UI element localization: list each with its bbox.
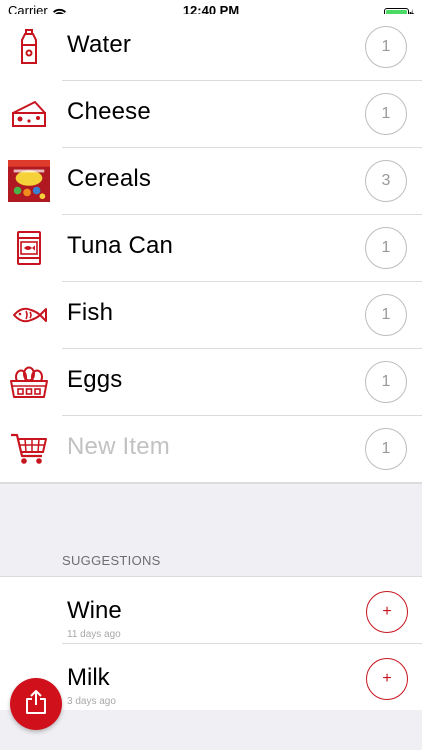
quantity-button[interactable]: 1	[365, 428, 407, 470]
quantity-button[interactable]: 1	[365, 26, 407, 68]
egg-carton-icon	[8, 361, 50, 403]
item-name[interactable]: Cheese	[67, 98, 151, 126]
item-name[interactable]: Tuna Can	[67, 232, 173, 260]
suggestion-item[interactable]: Milk 3 days ago +	[0, 644, 422, 711]
item-name[interactable]: Eggs	[67, 366, 123, 394]
suggestion-name: Milk	[67, 664, 110, 691]
list-item[interactable]: Tuna Can 1	[0, 215, 422, 282]
suggestion-last-bought: 11 days ago	[67, 629, 121, 640]
cheese-icon	[8, 93, 50, 135]
list-item[interactable]: Fish 1	[0, 282, 422, 349]
list-item[interactable]: Water 1	[0, 14, 422, 81]
new-item-input[interactable]: New Item	[67, 433, 170, 461]
list-item[interactable]: Eggs 1	[0, 349, 422, 416]
fish-icon	[8, 294, 50, 336]
cereal-box-photo	[8, 160, 50, 202]
quantity-button[interactable]: 1	[365, 361, 407, 403]
quantity-button[interactable]: 3	[365, 160, 407, 202]
bottom-background	[0, 710, 422, 750]
add-suggestion-button[interactable]: +	[366, 658, 408, 700]
quantity-button[interactable]: 1	[365, 93, 407, 135]
item-name[interactable]: Cereals	[67, 165, 151, 193]
list-item[interactable]: Cereals 3	[0, 148, 422, 215]
tuna-can-icon	[8, 227, 50, 269]
item-name[interactable]: Water	[67, 31, 131, 59]
quantity-button[interactable]: 1	[365, 294, 407, 336]
suggestions-list: Wine 11 days ago + Milk 3 days ago +	[0, 576, 422, 711]
water-bottle-icon	[8, 26, 50, 68]
shopping-list: Water 1 Cheese 1 Cereals 3 Tuna Can 1 Fi…	[0, 14, 422, 483]
share-button[interactable]	[10, 678, 62, 730]
suggestion-last-bought: 3 days ago	[67, 696, 116, 707]
item-name[interactable]: Fish	[67, 299, 113, 327]
suggestions-header: SUGGESTIONS	[62, 553, 161, 568]
suggestion-item[interactable]: Wine 11 days ago +	[0, 577, 422, 644]
suggestion-name: Wine	[67, 597, 122, 624]
shopping-cart-icon	[8, 428, 50, 470]
quantity-button[interactable]: 1	[365, 227, 407, 269]
add-suggestion-button[interactable]: +	[366, 591, 408, 633]
list-item[interactable]: Cheese 1	[0, 81, 422, 148]
new-item-row[interactable]: New Item 1	[0, 416, 422, 483]
share-icon	[25, 689, 47, 719]
